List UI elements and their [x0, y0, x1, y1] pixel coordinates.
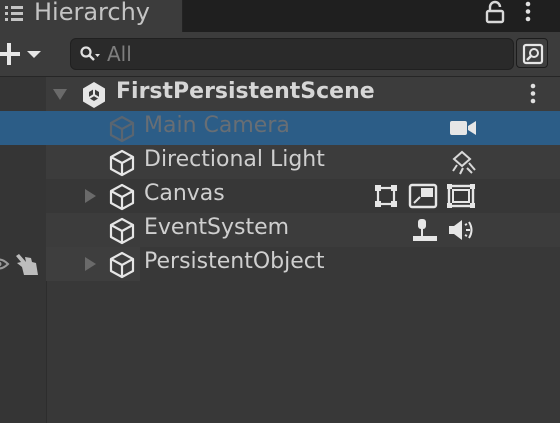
event-system-icon: [413, 219, 437, 241]
input-module-icon: [449, 220, 473, 240]
cube-icon: [109, 149, 135, 177]
panel-title: Hierarchy: [34, 0, 151, 26]
rect-transform-icon: [375, 185, 397, 207]
eye-icon[interactable]: [0, 253, 12, 275]
tab-bar: Hierarchy: [0, 0, 560, 32]
gameobject-row-eventsystem[interactable]: EventSystem: [0, 213, 560, 247]
search-icon: [80, 46, 100, 61]
hierarchy-toolbar: [0, 32, 560, 77]
search-in-scene-icon: [522, 43, 544, 65]
gameobject-label: Main Camera: [144, 113, 290, 138]
tab-hierarchy[interactable]: Hierarchy: [0, 0, 183, 32]
foldout-collapsed-icon[interactable]: [82, 188, 98, 204]
cube-icon: [109, 183, 135, 211]
gameobject-label: Directional Light: [144, 147, 325, 172]
hand-pointer-icon[interactable]: [14, 251, 42, 277]
cube-icon: [109, 251, 135, 279]
graphic-raycaster-icon: [447, 184, 475, 208]
canvas-scaler-icon: [408, 183, 438, 209]
cube-icon: [109, 217, 135, 245]
create-dropdown-button[interactable]: [0, 40, 48, 68]
gameobject-label: EventSystem: [144, 215, 290, 240]
panel-menu-icon[interactable]: [522, 0, 534, 24]
scene-row[interactable]: FirstPersistentScene: [0, 77, 560, 111]
gameobject-label: Canvas: [144, 181, 225, 206]
gameobject-row-canvas[interactable]: Canvas: [0, 179, 560, 213]
cube-icon: [109, 115, 135, 143]
gameobject-label: PersistentObject: [144, 249, 325, 274]
search-field[interactable]: [70, 38, 514, 70]
gameobject-row-main-camera[interactable]: Main Camera: [0, 111, 560, 145]
scene-name: FirstPersistentScene: [116, 79, 375, 104]
scene-menu-icon[interactable]: [527, 82, 539, 106]
chevron-down-icon: [27, 51, 41, 58]
lock-icon[interactable]: [484, 0, 506, 24]
gameobject-row-persistentobject[interactable]: PersistentObject: [0, 247, 560, 281]
camera-icon: [450, 121, 476, 135]
list-icon: [5, 6, 23, 21]
foldout-collapsed-icon[interactable]: [82, 256, 98, 272]
search-input[interactable]: [107, 40, 497, 68]
gameobject-row-directional-light[interactable]: Directional Light: [0, 145, 560, 179]
foldout-expanded-icon[interactable]: [52, 86, 68, 102]
hierarchy-window: Hierarchy All FirstPersistentScene Main …: [0, 0, 560, 423]
plus-icon: [0, 43, 20, 65]
unity-logo-icon: [83, 82, 105, 108]
scene-search-button[interactable]: [516, 38, 548, 68]
directional-light-icon: [452, 150, 476, 175]
